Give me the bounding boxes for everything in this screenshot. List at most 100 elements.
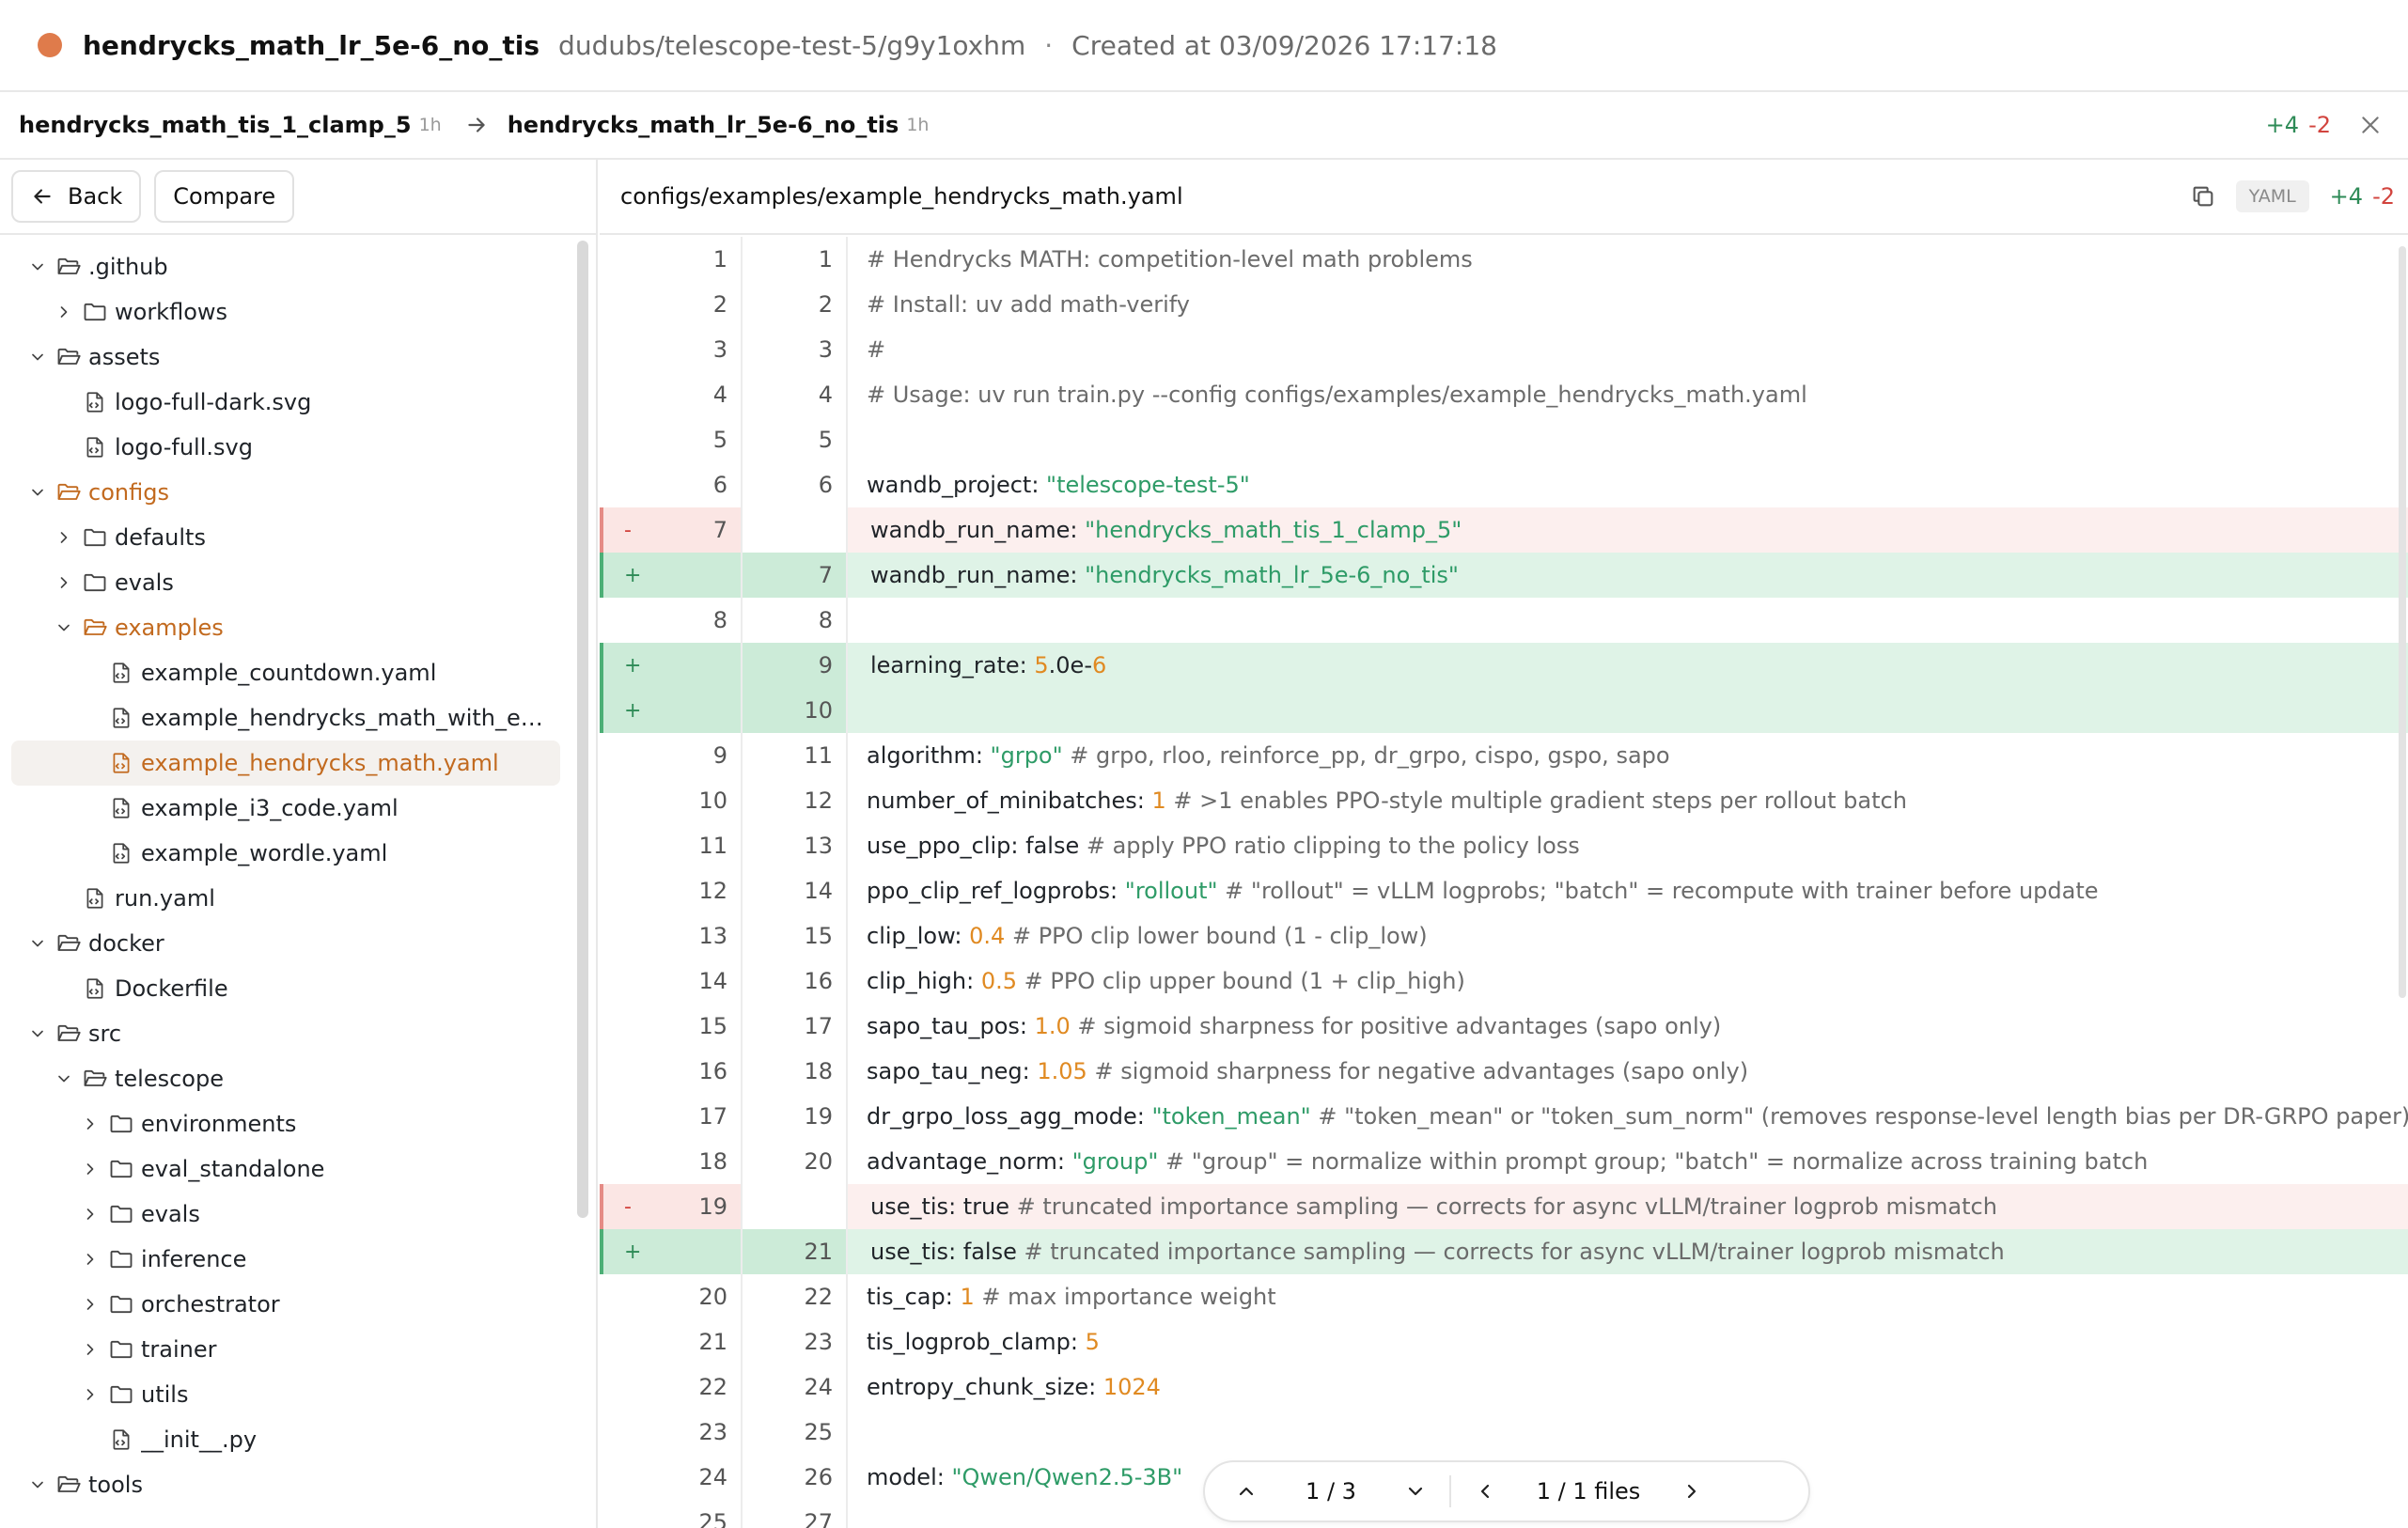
run-path[interactable]: dudubs/telescope-test-5/g9y1oxhm: [558, 30, 1025, 61]
code-token: number_of_minibatches:: [867, 787, 1152, 814]
tree-file[interactable]: example_hendrycks_math.yaml: [11, 741, 560, 786]
chevron-right-icon[interactable]: [77, 1246, 103, 1272]
tree-item-label: examples: [115, 615, 224, 641]
arrow-right-icon: [464, 113, 489, 137]
old-line-number: +: [600, 643, 743, 688]
diff-scrollbar[interactable]: [2399, 246, 2406, 998]
diff-line: 23 25: [600, 1410, 2408, 1455]
tree-folder[interactable]: eval_standalone: [0, 1146, 575, 1192]
chevron-right-icon[interactable]: [77, 1156, 103, 1182]
copy-icon[interactable]: [2187, 180, 2219, 212]
folder-open-icon: [55, 343, 83, 371]
chevron-right-icon[interactable]: [77, 1201, 103, 1227]
tree-folder[interactable]: telescope: [0, 1056, 575, 1101]
old-line-number-text: 24: [698, 1464, 727, 1490]
chevron-right-icon[interactable]: [77, 1291, 103, 1318]
chevron-down-icon[interactable]: [51, 1066, 77, 1092]
tree-folder[interactable]: assets: [0, 335, 575, 380]
tree-file[interactable]: logo-full.svg: [0, 425, 575, 470]
new-line-number: 23: [743, 1319, 848, 1364]
chevron-right-icon[interactable]: [77, 1111, 103, 1137]
tree-item-label: example_wordle.yaml: [141, 840, 388, 866]
tree-folder[interactable]: src: [0, 1011, 575, 1056]
diff-body: 1 1 # Hendrycks MATH: competition-level ma…: [600, 237, 2408, 1528]
chevron-down-icon[interactable]: [24, 1472, 51, 1498]
created-at: Created at 03/09/2026 17:17:18: [1071, 29, 1497, 61]
code-text: advantage_norm: "group" # "group" = norm…: [848, 1148, 2148, 1175]
new-line-number: 5: [743, 417, 848, 462]
tree-folder[interactable]: orchestrator: [0, 1282, 575, 1327]
tree-file[interactable]: example_hendrycks_math_with_e…: [0, 695, 575, 741]
tree-folder[interactable]: evals: [0, 560, 575, 605]
next-hunk-button[interactable]: [1397, 1473, 1434, 1510]
tree-folder[interactable]: inference: [0, 1237, 575, 1282]
back-button[interactable]: Back: [11, 170, 142, 223]
file-code-icon: [81, 388, 109, 416]
code-token: sapo_tau_neg:: [867, 1058, 1038, 1084]
tree-folder[interactable]: trainer: [0, 1327, 575, 1372]
tree-file[interactable]: Dockerfile: [0, 966, 575, 1011]
code-token: wandb_project:: [867, 472, 1047, 498]
tree-file[interactable]: example_wordle.yaml: [0, 831, 575, 876]
compare-button[interactable]: Compare: [154, 170, 295, 223]
old-line-number: 14: [600, 959, 743, 1004]
tree-file[interactable]: run.yaml: [0, 876, 575, 921]
code-token: #: [867, 336, 886, 363]
tree-folder[interactable]: tools: [0, 1462, 575, 1507]
diff-navigator: 1 / 3 1 / 1 files: [1203, 1460, 1810, 1522]
code-text: use_tis: false # truncated importance sa…: [848, 1239, 2005, 1265]
old-line-number-text: 4: [712, 382, 727, 408]
chevron-down-icon[interactable]: [24, 479, 51, 506]
file-code-icon: [81, 974, 109, 1003]
diff-line: 16 18 sapo_tau_neg: 1.05 # sigmoid sharpne…: [600, 1049, 2408, 1094]
chevron-right-icon[interactable]: [51, 299, 77, 325]
tree-folder[interactable]: evals: [0, 1192, 575, 1237]
old-line-number: 18: [600, 1139, 743, 1184]
chevron-right-icon[interactable]: [51, 569, 77, 596]
tree-file[interactable]: __init__.py: [0, 1417, 575, 1462]
old-line-number: 3: [600, 327, 743, 372]
code-token: # PPO clip lower bound (1 - clip_low): [1005, 923, 1428, 949]
tree-folder[interactable]: environments: [0, 1101, 575, 1146]
prev-file-button[interactable]: [1466, 1473, 1504, 1510]
diff-line: 1 1 # Hendrycks MATH: competition-level ma…: [600, 237, 2408, 282]
chevron-down-icon[interactable]: [51, 615, 77, 641]
target-run-name[interactable]: hendrycks_math_lr_5e-6_no_tis: [508, 112, 899, 138]
tree-folder[interactable]: configs: [0, 470, 575, 515]
folder-icon: [107, 1380, 135, 1409]
code-token: # "group" = normalize within prompt grou…: [1158, 1148, 2149, 1175]
chevron-right-icon[interactable]: [77, 1381, 103, 1408]
code-token: "hendrycks_math_tis_1_clamp_5": [1085, 517, 1462, 543]
tree-item-label: example_countdown.yaml: [141, 660, 437, 686]
next-file-button[interactable]: [1673, 1473, 1711, 1510]
new-line-number: 2: [743, 282, 848, 327]
sidebar-toolbar: Back Compare: [0, 160, 596, 235]
tree-folder[interactable]: docker: [0, 921, 575, 966]
tree-item-label: logo-full.svg: [115, 434, 253, 460]
tree-file[interactable]: logo-full-dark.svg: [0, 380, 575, 425]
tree-folder[interactable]: examples: [0, 605, 575, 650]
chevron-right-icon[interactable]: [51, 524, 77, 551]
tree-folder[interactable]: workflows: [0, 289, 575, 335]
close-icon[interactable]: [2355, 110, 2385, 140]
back-button-label: Back: [68, 183, 123, 210]
new-line-number: 14: [743, 868, 848, 913]
base-run-name[interactable]: hendrycks_math_tis_1_clamp_5: [19, 112, 412, 138]
diff-line: 9 11 algorithm: "grpo" # grpo, rloo, reinf…: [600, 733, 2408, 778]
chevron-down-icon[interactable]: [24, 930, 51, 957]
prev-hunk-button[interactable]: [1227, 1473, 1265, 1510]
chevron-down-icon[interactable]: [24, 1021, 51, 1047]
old-line-number: 23: [600, 1410, 743, 1455]
tree-folder[interactable]: .github: [0, 244, 575, 289]
code-token: wandb_run_name:: [870, 517, 1086, 543]
tree-file[interactable]: example_i3_code.yaml: [0, 786, 575, 831]
sidebar-scrollbar[interactable]: [577, 241, 588, 1218]
old-line-number: 8: [600, 598, 743, 643]
chevron-down-icon[interactable]: [24, 254, 51, 280]
tree-folder[interactable]: utils: [0, 1372, 575, 1417]
folder-icon: [81, 523, 109, 552]
chevron-right-icon[interactable]: [77, 1336, 103, 1363]
tree-folder[interactable]: defaults: [0, 515, 575, 560]
chevron-down-icon[interactable]: [24, 344, 51, 370]
tree-file[interactable]: example_countdown.yaml: [0, 650, 575, 695]
